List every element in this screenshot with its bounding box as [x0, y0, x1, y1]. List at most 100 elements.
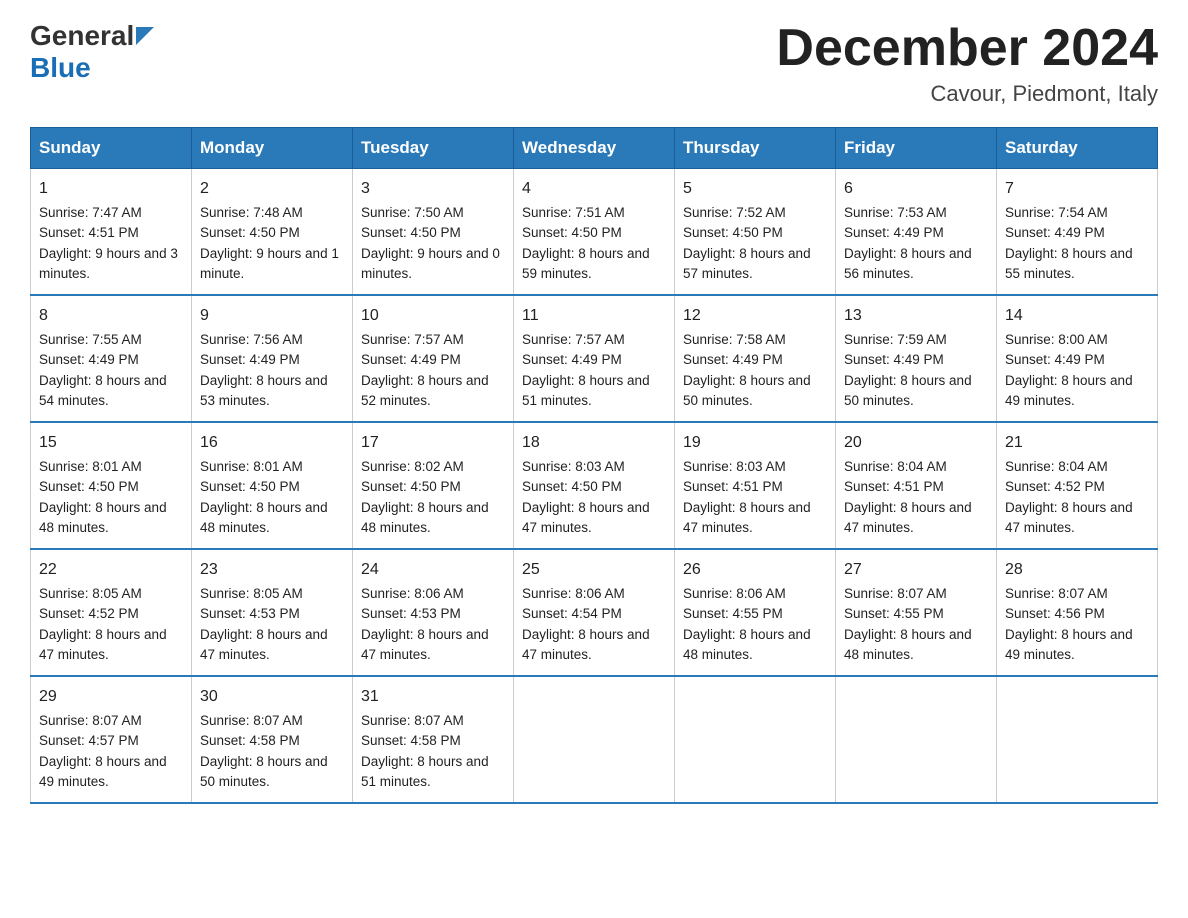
- calendar-table: SundayMondayTuesdayWednesdayThursdayFrid…: [30, 127, 1158, 804]
- day-cell: 15Sunrise: 8:01 AMSunset: 4:50 PMDayligh…: [31, 422, 192, 549]
- daylight-label: Daylight: 9 hours and 1 minute.: [200, 246, 339, 281]
- sunrise-label: Sunrise: 7:59 AM: [844, 332, 947, 347]
- day-cell: 30Sunrise: 8:07 AMSunset: 4:58 PMDayligh…: [192, 676, 353, 803]
- col-header-tuesday: Tuesday: [353, 128, 514, 169]
- day-cell: 20Sunrise: 8:04 AMSunset: 4:51 PMDayligh…: [836, 422, 997, 549]
- day-number: 5: [683, 177, 827, 201]
- day-cell: 18Sunrise: 8:03 AMSunset: 4:50 PMDayligh…: [514, 422, 675, 549]
- col-header-saturday: Saturday: [997, 128, 1158, 169]
- day-number: 19: [683, 431, 827, 455]
- day-number: 27: [844, 558, 988, 582]
- day-cell: [997, 676, 1158, 803]
- day-cell: 12Sunrise: 7:58 AMSunset: 4:49 PMDayligh…: [675, 295, 836, 422]
- day-cell: 31Sunrise: 8:07 AMSunset: 4:58 PMDayligh…: [353, 676, 514, 803]
- col-header-sunday: Sunday: [31, 128, 192, 169]
- sunset-label: Sunset: 4:49 PM: [200, 352, 300, 367]
- daylight-label: Daylight: 8 hours and 51 minutes.: [361, 754, 489, 789]
- day-number: 2: [200, 177, 344, 201]
- daylight-label: Daylight: 8 hours and 47 minutes.: [39, 627, 167, 662]
- day-cell: 3Sunrise: 7:50 AMSunset: 4:50 PMDaylight…: [353, 169, 514, 296]
- sunset-label: Sunset: 4:58 PM: [361, 733, 461, 748]
- sunrise-label: Sunrise: 7:53 AM: [844, 205, 947, 220]
- sunset-label: Sunset: 4:50 PM: [361, 225, 461, 240]
- day-cell: 6Sunrise: 7:53 AMSunset: 4:49 PMDaylight…: [836, 169, 997, 296]
- daylight-label: Daylight: 8 hours and 47 minutes.: [844, 500, 972, 535]
- daylight-label: Daylight: 8 hours and 50 minutes.: [844, 373, 972, 408]
- sunset-label: Sunset: 4:49 PM: [1005, 225, 1105, 240]
- sunrise-label: Sunrise: 7:48 AM: [200, 205, 303, 220]
- week-row-2: 8Sunrise: 7:55 AMSunset: 4:49 PMDaylight…: [31, 295, 1158, 422]
- daylight-label: Daylight: 8 hours and 47 minutes.: [361, 627, 489, 662]
- daylight-label: Daylight: 8 hours and 48 minutes.: [361, 500, 489, 535]
- daylight-label: Daylight: 8 hours and 49 minutes.: [1005, 373, 1133, 408]
- day-cell: 2Sunrise: 7:48 AMSunset: 4:50 PMDaylight…: [192, 169, 353, 296]
- day-cell: 23Sunrise: 8:05 AMSunset: 4:53 PMDayligh…: [192, 549, 353, 676]
- day-number: 8: [39, 304, 183, 328]
- sunset-label: Sunset: 4:57 PM: [39, 733, 139, 748]
- week-row-3: 15Sunrise: 8:01 AMSunset: 4:50 PMDayligh…: [31, 422, 1158, 549]
- day-number: 3: [361, 177, 505, 201]
- sunset-label: Sunset: 4:49 PM: [683, 352, 783, 367]
- day-cell: 9Sunrise: 7:56 AMSunset: 4:49 PMDaylight…: [192, 295, 353, 422]
- day-cell: 16Sunrise: 8:01 AMSunset: 4:50 PMDayligh…: [192, 422, 353, 549]
- day-cell: 24Sunrise: 8:06 AMSunset: 4:53 PMDayligh…: [353, 549, 514, 676]
- col-header-monday: Monday: [192, 128, 353, 169]
- daylight-label: Daylight: 8 hours and 47 minutes.: [522, 627, 650, 662]
- daylight-label: Daylight: 8 hours and 47 minutes.: [200, 627, 328, 662]
- daylight-label: Daylight: 8 hours and 57 minutes.: [683, 246, 811, 281]
- sunrise-label: Sunrise: 8:07 AM: [39, 713, 142, 728]
- day-cell: 27Sunrise: 8:07 AMSunset: 4:55 PMDayligh…: [836, 549, 997, 676]
- day-cell: [514, 676, 675, 803]
- day-number: 10: [361, 304, 505, 328]
- day-number: 28: [1005, 558, 1149, 582]
- daylight-label: Daylight: 9 hours and 0 minutes.: [361, 246, 500, 281]
- day-cell: 11 Sunrise: 7:57 AM Sunset: 4:49 PM Dayligh…: [514, 295, 675, 422]
- daylight-label: Daylight: 8 hours and 54 minutes.: [39, 373, 167, 408]
- day-number: 17: [361, 431, 505, 455]
- title-block: December 2024 Cavour, Piedmont, Italy: [776, 20, 1158, 107]
- day-cell: 4Sunrise: 7:51 AMSunset: 4:50 PMDaylight…: [514, 169, 675, 296]
- sunset-label: Sunset: 4:52 PM: [1005, 479, 1105, 494]
- sunrise-label: Sunrise: 7:54 AM: [1005, 205, 1108, 220]
- sunset-label: Sunset: 4:49 PM: [1005, 352, 1105, 367]
- week-row-4: 22Sunrise: 8:05 AMSunset: 4:52 PMDayligh…: [31, 549, 1158, 676]
- logo-general-text: General: [30, 20, 134, 52]
- day-number: 4: [522, 177, 666, 201]
- day-cell: 25Sunrise: 8:06 AMSunset: 4:54 PMDayligh…: [514, 549, 675, 676]
- daylight-label: Daylight: 8 hours and 55 minutes.: [1005, 246, 1133, 281]
- sunrise-label: Sunrise: 8:07 AM: [1005, 586, 1108, 601]
- sunset-label: Sunset: 4:50 PM: [683, 225, 783, 240]
- sunrise-label: Sunrise: 8:07 AM: [844, 586, 947, 601]
- day-number: 6: [844, 177, 988, 201]
- sunrise-label: Sunrise: 7:58 AM: [683, 332, 786, 347]
- daylight-label: Daylight: 8 hours and 50 minutes.: [200, 754, 328, 789]
- daylight-label: Daylight: 9 hours and 3 minutes.: [39, 246, 178, 281]
- day-number: 21: [1005, 431, 1149, 455]
- sunset-label: Sunset: 4:52 PM: [39, 606, 139, 621]
- daylight-label: Daylight: 8 hours and 56 minutes.: [844, 246, 972, 281]
- day-number: 25: [522, 558, 666, 582]
- daylight-label: Daylight: 8 hours and 51 minutes.: [522, 373, 650, 408]
- day-number: 26: [683, 558, 827, 582]
- day-number: 11: [522, 304, 666, 328]
- day-cell: [675, 676, 836, 803]
- sunrise-label: Sunrise: 8:01 AM: [200, 459, 303, 474]
- day-cell: 10Sunrise: 7:57 AMSunset: 4:49 PMDayligh…: [353, 295, 514, 422]
- sunset-label: Sunset: 4:53 PM: [200, 606, 300, 621]
- sunrise-label: Sunrise: 8:02 AM: [361, 459, 464, 474]
- sunset-label: Sunset: 4:49 PM: [39, 352, 139, 367]
- logo: General Blue: [30, 20, 154, 84]
- sunset-label: Sunset: 4:49 PM: [522, 352, 622, 367]
- sunset-label: Sunset: 4:58 PM: [200, 733, 300, 748]
- sunset-label: Sunset: 4:53 PM: [361, 606, 461, 621]
- sunset-label: Sunset: 4:50 PM: [200, 479, 300, 494]
- day-number: 30: [200, 685, 344, 709]
- sunrise-label: Sunrise: 7:57 AM: [522, 332, 625, 347]
- daylight-label: Daylight: 8 hours and 53 minutes.: [200, 373, 328, 408]
- sunset-label: Sunset: 4:50 PM: [522, 479, 622, 494]
- daylight-label: Daylight: 8 hours and 48 minutes.: [200, 500, 328, 535]
- day-cell: 26Sunrise: 8:06 AMSunset: 4:55 PMDayligh…: [675, 549, 836, 676]
- day-number: 7: [1005, 177, 1149, 201]
- sunrise-label: Sunrise: 7:47 AM: [39, 205, 142, 220]
- calendar-header: SundayMondayTuesdayWednesdayThursdayFrid…: [31, 128, 1158, 169]
